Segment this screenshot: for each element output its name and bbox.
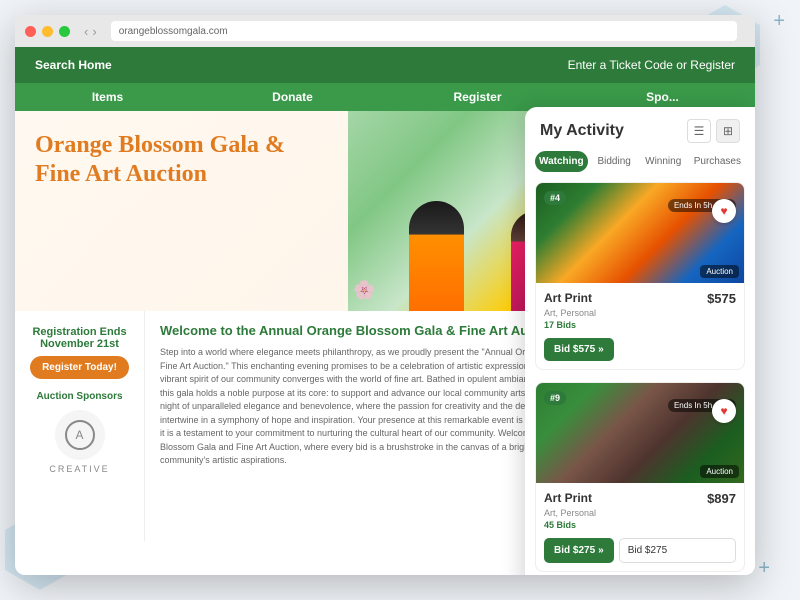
item-title-row-2: Art Print $897 [544, 491, 736, 506]
view-toggle: ☰ ⊞ [687, 119, 740, 143]
item-details-1: Art Print $575 Art, Personal 17 Bids Bid… [536, 283, 744, 369]
forward-btn[interactable]: › [92, 24, 96, 39]
item-details-2: Art Print $897 Art, Personal 45 Bids Bid… [536, 483, 744, 571]
auction-item-2: Ends In 5h 48m ♥ #9 Auction Art Print $8… [535, 382, 745, 572]
item-price-1: $575 [707, 291, 736, 306]
registration-box: Registration Ends November 21st Register… [30, 326, 129, 379]
website-content: Search Home Enter a Ticket Code or Regis… [15, 47, 755, 575]
item-image-1: Ends In 5h 48m ♥ #4 Auction [536, 183, 744, 283]
item-heart-1[interactable]: ♥ [712, 199, 736, 223]
item-category-2: Art, Personal [544, 508, 736, 518]
item-bids-1: 17 Bids [544, 320, 736, 330]
reg-date: November 21st [30, 338, 129, 350]
item-badge-2: #9 [544, 391, 566, 405]
item-auction-badge-2: Auction [700, 465, 739, 478]
bid-input-2[interactable] [619, 538, 736, 563]
bid-button-1[interactable]: Bid $575 » [544, 338, 614, 361]
item-category-1: Art, Personal [544, 308, 736, 318]
deco-plus-bottom-right: + [758, 557, 770, 580]
activity-tabs: Watching Bidding Winning Purchases [525, 151, 755, 172]
hero-person-1 [409, 201, 464, 311]
item-actions-2: Bid $275 » [544, 538, 736, 563]
activity-header: My Activity ☰ ⊞ [525, 107, 755, 151]
url-bar[interactable]: orangeblossomgala.com [111, 21, 737, 41]
nav-items[interactable]: Items [15, 83, 200, 111]
item-bids-2: 45 Bids [544, 520, 736, 530]
sidebar-left: Registration Ends November 21st Register… [15, 311, 145, 541]
tab-purchases[interactable]: Purchases [690, 151, 745, 172]
search-home-link[interactable]: Search Home [35, 58, 112, 72]
tab-watching[interactable]: Watching [535, 151, 588, 172]
activity-title: My Activity [540, 122, 624, 140]
flower-decoration: 🌸 [353, 280, 375, 301]
item-price-2: $897 [707, 491, 736, 506]
sponsors-title: Auction Sponsors [36, 391, 122, 402]
sponsor-logo-inner: A [65, 420, 95, 450]
register-link[interactable]: Enter a Ticket Code or Register [568, 58, 735, 72]
sponsors-section: Auction Sponsors A CREATIVE [36, 391, 122, 474]
nav-donate[interactable]: Donate [200, 83, 385, 111]
item-heart-2[interactable]: ♥ [712, 399, 736, 423]
maximize-dot [59, 26, 70, 37]
browser-nav[interactable]: ‹ › [84, 24, 97, 39]
hero-text: Orange Blossom Gala & Fine Art Auction [15, 111, 348, 311]
browser-toolbar: ‹ › orangeblossomgala.com [15, 15, 755, 47]
list-view-toggle[interactable]: ☰ [687, 119, 711, 143]
item-name-1: Art Print [544, 291, 592, 305]
reg-ends-label: Registration Ends [30, 326, 129, 338]
item-actions-1: Bid $575 » [544, 338, 736, 361]
close-dot [25, 26, 36, 37]
auction-item-1: Ends In 5h 48m ♥ #4 Auction Art Print $5… [535, 182, 745, 370]
sponsor-name: CREATIVE [36, 464, 122, 474]
auction-items-list: Ends In 5h 48m ♥ #4 Auction Art Print $5… [525, 182, 755, 575]
browser-window: ‹ › orangeblossomgala.com Search Home En… [15, 15, 755, 575]
back-btn[interactable]: ‹ [84, 24, 88, 39]
bid-button-2[interactable]: Bid $275 » [544, 538, 614, 563]
sponsor-logo: A [55, 410, 105, 460]
top-bar: Search Home Enter a Ticket Code or Regis… [15, 47, 755, 83]
item-badge-1: #4 [544, 191, 566, 205]
tab-winning[interactable]: Winning [641, 151, 686, 172]
hero-title: Orange Blossom Gala & Fine Art Auction [35, 131, 328, 189]
activity-panel: My Activity ☰ ⊞ Watching Bidding Winning… [525, 107, 755, 575]
register-today-button[interactable]: Register Today! [30, 356, 129, 379]
minimize-dot [42, 26, 53, 37]
tab-bidding[interactable]: Bidding [592, 151, 637, 172]
item-title-row-1: Art Print $575 [544, 291, 736, 306]
deco-plus-top-right: + [773, 10, 785, 33]
item-name-2: Art Print [544, 491, 592, 505]
grid-view-toggle[interactable]: ⊞ [716, 119, 740, 143]
item-auction-badge-1: Auction [700, 265, 739, 278]
item-image-2: Ends In 5h 48m ♥ #9 Auction [536, 383, 744, 483]
